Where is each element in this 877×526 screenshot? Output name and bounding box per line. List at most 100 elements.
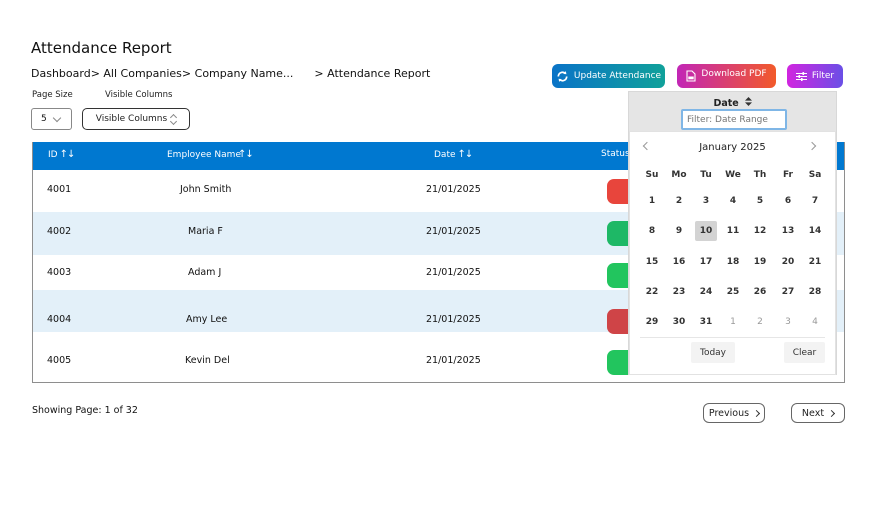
previous-label: Previous	[708, 407, 750, 419]
calendar-day[interactable]: 12	[749, 221, 771, 241]
page-size-label: Page Size	[32, 90, 73, 100]
calendar-day[interactable]: 31	[695, 312, 717, 332]
calendar-day[interactable]: 30	[668, 312, 690, 332]
calendar-day[interactable]: 24	[695, 282, 717, 302]
date-filter-title-label: Date	[713, 98, 739, 109]
cell-employee-name: Adam J	[188, 267, 222, 278]
date-range-filter-input[interactable]	[681, 109, 787, 130]
weekday-label: Fr	[782, 170, 793, 180]
cell-id: 4002	[47, 226, 72, 237]
calendar-day-next-month[interactable]: 2	[749, 312, 771, 332]
breadcrumb-all-companies[interactable]: > All Companies	[91, 67, 182, 80]
cell-date: 21/01/2025	[426, 267, 481, 278]
update-attendance-label: Update Attendance	[573, 71, 662, 81]
calendar-day[interactable]: 16	[668, 252, 690, 272]
calendar-day[interactable]: 2	[668, 191, 690, 211]
calendar-day[interactable]: 27	[777, 282, 799, 302]
breadcrumb-dashboard[interactable]: Dashboard	[31, 67, 91, 80]
calendar-day[interactable]: 6	[777, 191, 799, 211]
column-header-id[interactable]: ID ↑↓	[48, 149, 76, 160]
calendar-divider	[640, 337, 825, 338]
calendar-day[interactable]: 11	[722, 221, 744, 241]
weekday-label: Sa	[808, 170, 822, 180]
column-header-status[interactable]: Status	[601, 149, 630, 159]
filter-button[interactable]: Filter	[787, 64, 843, 88]
calendar-day-next-month[interactable]: 4	[804, 312, 826, 332]
next-page-button[interactable]: Next	[791, 403, 845, 423]
next-label: Next	[801, 407, 825, 419]
breadcrumb-attendance-report: > Attendance Report	[314, 67, 431, 80]
calendar-day[interactable]: 3	[695, 191, 717, 211]
calendar-day[interactable]: 20	[777, 252, 799, 272]
sort-icon[interactable]: ↑↓	[60, 149, 76, 160]
visible-columns-label: Visible Columns	[105, 90, 173, 100]
cell-id: 4001	[47, 184, 72, 195]
page-title: Attendance Report	[31, 39, 172, 57]
date-picker-calendar: January 2025 Su Mo Tu We Th Fr Sa 1 2 3 4 5 6 7 8 9 10 11…	[629, 131, 836, 375]
cell-date: 21/01/2025	[426, 355, 481, 366]
calendar-day[interactable]: 10	[695, 221, 717, 241]
breadcrumb-company-name[interactable]: > Company Name...	[182, 67, 293, 80]
calendar-day[interactable]: 1	[641, 191, 663, 211]
weekday-label: Mo	[671, 170, 687, 180]
sort-icon[interactable]: ↑↓	[238, 149, 254, 160]
breadcrumb-spacer	[293, 67, 314, 80]
calendar-day[interactable]: 17	[695, 252, 717, 272]
calendar-day[interactable]: 25	[722, 282, 744, 302]
calendar-day[interactable]: 14	[804, 221, 826, 241]
chevron-right-icon	[828, 409, 836, 417]
sliders-icon	[795, 71, 807, 81]
breadcrumb: Dashboard > All Companies > Company Name…	[31, 67, 430, 80]
cell-id: 4004	[47, 314, 72, 325]
date-filter-popup: Date January 2025 SuMoTuWeThFrSa12345678…	[628, 91, 837, 375]
cell-employee-name: Kevin Del	[185, 355, 230, 366]
calendar-day[interactable]: 19	[749, 252, 771, 272]
download-pdf-label: Download PDF	[701, 69, 767, 79]
calendar-day[interactable]: 22	[641, 282, 663, 302]
column-header-employee-name[interactable]: Employee Name↑↓	[167, 149, 254, 160]
cell-employee-name: Amy Lee	[186, 314, 228, 325]
update-attendance-button[interactable]: Update Attendance	[552, 64, 665, 88]
chevron-down-icon	[52, 113, 61, 122]
next-month-button[interactable]	[807, 141, 819, 153]
weekday-label: Su	[645, 170, 659, 180]
calendar-day[interactable]: 5	[749, 191, 771, 211]
page-indicator: Showing Page: 1 of 32	[32, 405, 138, 416]
calendar-day[interactable]: 4	[722, 191, 744, 211]
column-employee-name-label: Employee Name	[167, 150, 241, 160]
page-size-select[interactable]: 5	[31, 108, 72, 130]
calendar-day[interactable]: 21	[804, 252, 826, 272]
visible-columns-button[interactable]: Visible Columns	[82, 108, 190, 130]
cell-employee-name: Maria F	[188, 226, 223, 237]
calendar-day[interactable]: 29	[641, 312, 663, 332]
up-down-chevron-icon	[170, 113, 178, 125]
cell-date: 21/01/2025	[426, 184, 481, 195]
clear-button[interactable]: Clear	[784, 342, 825, 363]
calendar-day[interactable]: 9	[668, 221, 690, 241]
calendar-day[interactable]: 8	[641, 221, 663, 241]
sort-icon[interactable]	[742, 97, 752, 108]
calendar-day[interactable]: 26	[749, 282, 771, 302]
calendar-day[interactable]: 13	[777, 221, 799, 241]
calendar-day[interactable]: 7	[804, 191, 826, 211]
calendar-day[interactable]: 15	[641, 252, 663, 272]
calendar-day-next-month[interactable]: 3	[777, 312, 799, 332]
pdf-file-icon	[686, 70, 696, 82]
sort-icon[interactable]: ↑↓	[458, 149, 474, 160]
download-pdf-button[interactable]: Download PDF	[677, 64, 776, 88]
filter-label: Filter	[811, 71, 835, 81]
calendar-day-next-month[interactable]: 1	[722, 312, 744, 332]
cell-id: 4003	[47, 267, 72, 278]
chevron-right-icon	[807, 141, 817, 151]
calendar-month-label[interactable]: January 2025	[630, 142, 835, 153]
column-id-label: ID	[48, 150, 58, 160]
calendar-day[interactable]: 28	[804, 282, 826, 302]
today-button[interactable]: Today	[691, 342, 735, 363]
calendar-day[interactable]: 18	[722, 252, 744, 272]
previous-page-button[interactable]: Previous	[703, 403, 765, 423]
page-size-value: 5	[41, 114, 47, 124]
column-header-date[interactable]: Date ↑↓	[434, 149, 474, 160]
cell-employee-name: John Smith	[180, 184, 232, 195]
date-filter-title[interactable]: Date	[629, 97, 836, 109]
calendar-day[interactable]: 23	[668, 282, 690, 302]
